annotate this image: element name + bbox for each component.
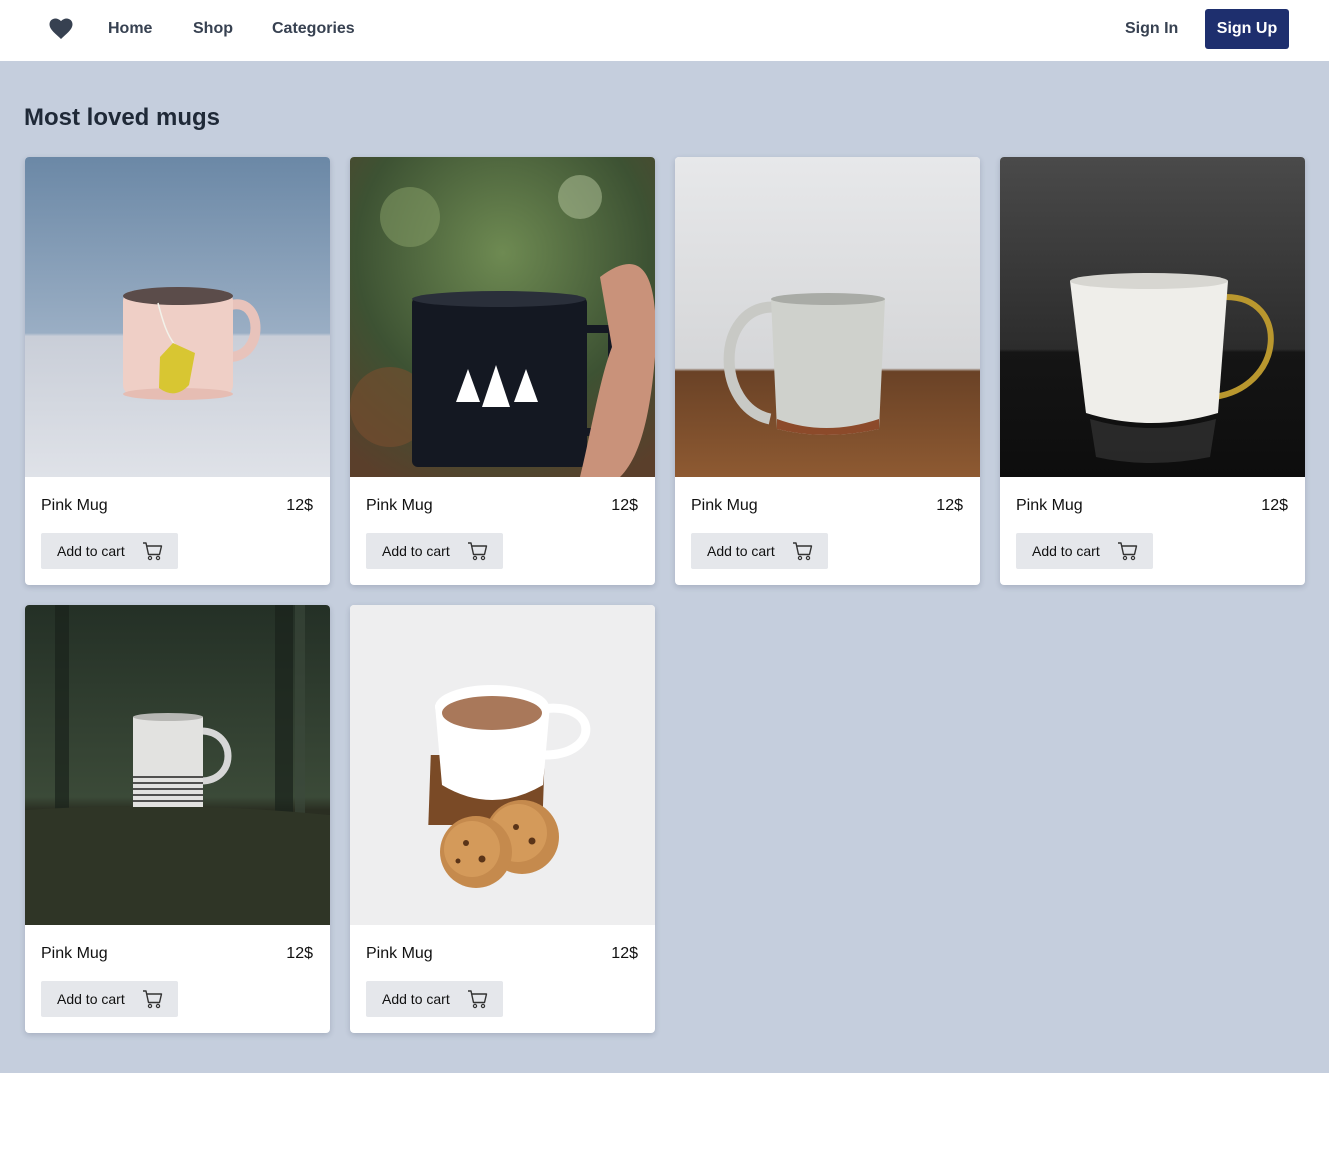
- add-to-cart-label: Add to cart: [382, 991, 450, 1007]
- product-section: Most loved mugs Pink Mug 12$ Add to cart…: [0, 61, 1329, 1073]
- add-to-cart-label: Add to cart: [57, 991, 125, 1007]
- add-to-cart-button[interactable]: Add to cart: [366, 533, 503, 569]
- shopping-cart-icon: [143, 542, 163, 561]
- product-name: Pink Mug: [41, 945, 108, 962]
- product-price: 12$: [1261, 497, 1288, 514]
- product-name: Pink Mug: [366, 945, 433, 962]
- product-price: 12$: [286, 945, 313, 962]
- nav-link-home[interactable]: Home: [108, 20, 152, 38]
- add-to-cart-label: Add to cart: [707, 543, 775, 559]
- sign-in-link[interactable]: Sign In: [1125, 20, 1178, 38]
- add-to-cart-button[interactable]: Add to cart: [366, 981, 503, 1017]
- heart-icon[interactable]: [49, 18, 73, 40]
- white-gold-handle-mug-photo[interactable]: [1000, 157, 1305, 477]
- add-to-cart-button[interactable]: Add to cart: [1016, 533, 1153, 569]
- product-card: Pink Mug 12$ Add to cart: [350, 605, 655, 1033]
- product-card: Pink Mug 12$ Add to cart: [675, 157, 980, 585]
- product-card: Pink Mug 12$ Add to cart: [1000, 157, 1305, 585]
- pink-mug-photo[interactable]: [25, 157, 330, 477]
- shopping-cart-icon: [468, 990, 488, 1009]
- shopping-cart-icon: [793, 542, 813, 561]
- product-price: 12$: [611, 497, 638, 514]
- page-title: Most loved mugs: [24, 104, 221, 131]
- add-to-cart-label: Add to cart: [57, 543, 125, 559]
- product-name: Pink Mug: [366, 497, 433, 514]
- add-to-cart-label: Add to cart: [382, 543, 450, 559]
- shopping-cart-icon: [1118, 542, 1138, 561]
- add-to-cart-button[interactable]: Add to cart: [41, 981, 178, 1017]
- striped-mug-forest-photo[interactable]: [25, 605, 330, 925]
- coffee-cup-cookies-photo[interactable]: [350, 605, 655, 925]
- product-price: 12$: [611, 945, 638, 962]
- nav-link-shop[interactable]: Shop: [193, 20, 233, 38]
- add-to-cart-button[interactable]: Add to cart: [41, 533, 178, 569]
- product-name: Pink Mug: [41, 497, 108, 514]
- shopping-cart-icon: [143, 990, 163, 1009]
- shopping-cart-icon: [468, 542, 488, 561]
- add-to-cart-button[interactable]: Add to cart: [691, 533, 828, 569]
- sign-up-button[interactable]: Sign Up: [1205, 9, 1289, 49]
- product-name: Pink Mug: [1016, 497, 1083, 514]
- product-card: Pink Mug 12$ Add to cart: [25, 157, 330, 585]
- product-price: 12$: [286, 497, 313, 514]
- top-navbar: Home Shop Categories Sign In Sign Up: [0, 0, 1329, 61]
- black-enamel-mug-photo[interactable]: [350, 157, 655, 477]
- add-to-cart-label: Add to cart: [1032, 543, 1100, 559]
- product-name: Pink Mug: [691, 497, 758, 514]
- product-price: 12$: [936, 497, 963, 514]
- nav-link-categories[interactable]: Categories: [272, 20, 355, 38]
- product-card: Pink Mug 12$ Add to cart: [350, 157, 655, 585]
- product-card: Pink Mug 12$ Add to cart: [25, 605, 330, 1033]
- grey-ceramic-mug-photo[interactable]: [675, 157, 980, 477]
